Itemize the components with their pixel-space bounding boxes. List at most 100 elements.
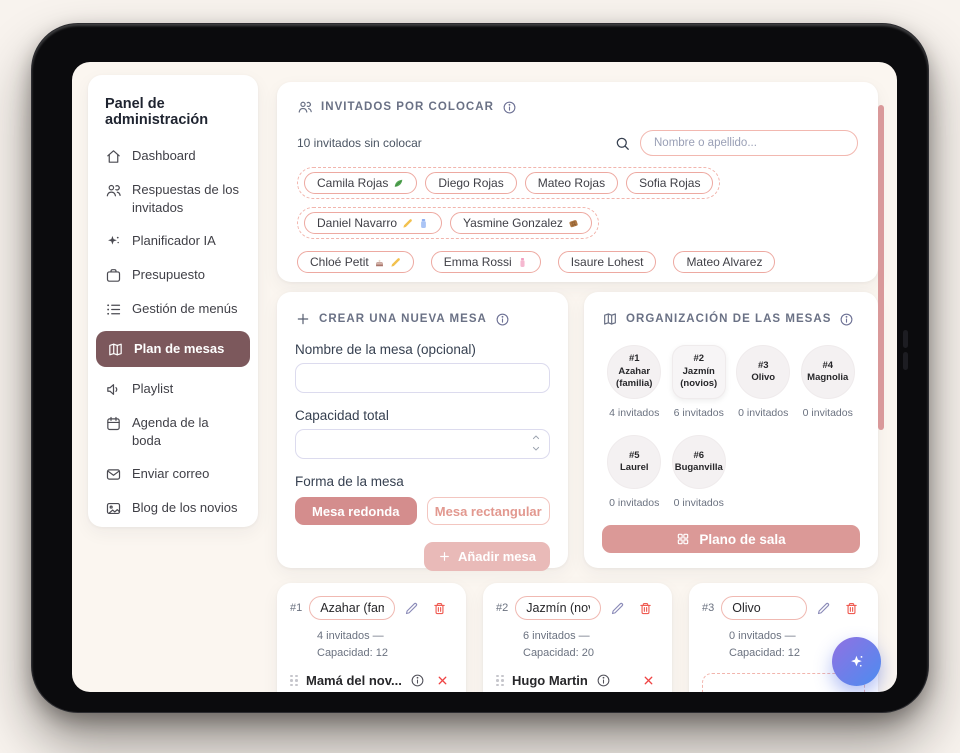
admin-panel-title: Panel de administración (105, 96, 241, 128)
sidebar-item-respuestas[interactable]: Respuestas de los invitados (105, 181, 241, 216)
sidebar-item-playlist[interactable]: Playlist (105, 380, 241, 398)
number-stepper[interactable] (531, 433, 541, 453)
table-name: Azahar (618, 366, 650, 378)
sidebar-item-label: Dashboard (132, 147, 196, 165)
guests-panel-header: INVITADOS POR COLOCAR (297, 99, 858, 115)
plus-icon (438, 550, 451, 563)
table-tile-2[interactable]: #2 Jazmín (novios) 6 invitados (667, 345, 732, 419)
guest-search-input[interactable] (640, 130, 858, 156)
capacity-input[interactable] (295, 429, 550, 459)
capacity-label: Capacidad total (295, 408, 550, 423)
table-name-label: Nombre de la mesa (opcional) (295, 342, 550, 357)
delete-table-button[interactable] (432, 601, 447, 616)
guest-chip-label: Sofia Rojas (639, 176, 700, 190)
trash-icon (432, 601, 447, 616)
floor-plan-button[interactable]: Plano de sala (602, 525, 860, 553)
guest-chip[interactable]: Mateo Rojas (525, 172, 618, 194)
sidebar-item-enviar-correo[interactable]: Enviar correo (105, 465, 241, 483)
guest-chip[interactable]: Diego Rojas (425, 172, 516, 194)
sidebar-item-label: Presupuesto (132, 266, 205, 284)
tablet-frame: Panel de administración Dashboard Respue… (32, 24, 928, 712)
guest-family-group: Camila Rojas Diego Rojas Mateo Rojas Sof… (297, 167, 720, 199)
table-number: #3 (758, 360, 769, 372)
rectangular-table-button[interactable]: Mesa rectangular (427, 497, 551, 525)
drag-handle-icon[interactable] (496, 675, 504, 687)
shape-label: Forma de la mesa (295, 474, 550, 489)
guest-chip[interactable]: Chloé Petit (297, 251, 414, 273)
info-icon[interactable] (596, 673, 611, 688)
edit-table-button[interactable] (610, 601, 625, 616)
table-tile-3[interactable]: #3 Olivo 0 invitados (731, 345, 796, 419)
pencil-icon (816, 601, 831, 616)
guests-to-place-panel: INVITADOS POR COLOCAR 10 invitados sin c… (277, 82, 878, 282)
pencil-emoji-icon (390, 257, 401, 268)
table-number: #5 (629, 450, 640, 462)
info-icon[interactable] (410, 673, 425, 688)
sidebar-item-blog[interactable]: Blog de los novios (105, 499, 241, 517)
round-table-button[interactable]: Mesa redonda (295, 497, 417, 525)
pencil-emoji-icon (402, 218, 413, 229)
drag-handle-icon[interactable] (290, 675, 298, 687)
seated-guest-row[interactable]: Hugo Martin (496, 673, 659, 688)
speaker-icon (105, 381, 122, 398)
remove-guest-icon[interactable] (436, 674, 449, 687)
delete-table-button[interactable] (844, 601, 859, 616)
remove-guest-icon[interactable] (642, 674, 655, 687)
info-icon[interactable] (495, 312, 510, 327)
edit-table-button[interactable] (816, 601, 831, 616)
ai-assistant-fab[interactable] (832, 637, 881, 686)
guest-chip[interactable]: Mateo Alvarez (673, 251, 775, 273)
table-number: #2 (693, 353, 704, 365)
info-icon[interactable] (839, 312, 854, 327)
table-guest-count: 0 invitados (609, 497, 659, 509)
table-tile-5[interactable]: #5 Laurel 0 invitados (602, 435, 667, 509)
image-icon (105, 500, 122, 517)
wallet-icon (105, 267, 122, 284)
table-number: #4 (822, 360, 833, 372)
grid-icon (676, 532, 690, 546)
guest-chip[interactable]: Camila Rojas (304, 172, 417, 194)
sidebar-item-presupuesto[interactable]: Presupuesto (105, 266, 241, 284)
seated-guest-row[interactable]: Mamá del nov... (290, 673, 453, 688)
bottle-pink-emoji-icon (517, 257, 528, 268)
table-tile-1[interactable]: #1 Azahar (familia) 4 invitados (602, 345, 667, 419)
delete-table-button[interactable] (638, 601, 653, 616)
table-number: #1 (629, 353, 640, 365)
sparkles-icon (846, 651, 868, 673)
table-name-input[interactable] (295, 363, 550, 393)
sidebar-item-dashboard[interactable]: Dashboard (105, 147, 241, 165)
scrollbar[interactable] (878, 105, 884, 430)
table-card-number: #1 (290, 602, 302, 614)
add-table-button[interactable]: Añadir mesa (424, 542, 550, 571)
table-name: Magnolia (807, 372, 848, 384)
organization-header: ORGANIZACIÓN DE LAS MESAS (602, 311, 860, 327)
guest-chip[interactable]: Sofia Rojas (626, 172, 713, 194)
table-tile-4[interactable]: #4 Magnolia 0 invitados (796, 345, 861, 419)
create-table-title: CREAR UNA NUEVA MESA (319, 313, 487, 325)
tables-organization-panel: ORGANIZACIÓN DE LAS MESAS #1 Azahar (fam… (584, 292, 878, 568)
edit-table-button[interactable] (404, 601, 419, 616)
info-icon[interactable] (502, 100, 517, 115)
guest-chip-label: Chloé Petit (310, 255, 369, 269)
table-guest-count: 4 invitados (609, 407, 659, 419)
sidebar-item-label: Blog de los novios (132, 499, 238, 517)
tablet-volume-button (903, 352, 908, 370)
guest-chip[interactable]: Emma Rossi (431, 251, 541, 273)
sidebar-item-gestion-menus[interactable]: Gestión de menús (105, 300, 241, 318)
guest-chip[interactable]: Isaure Lohest (558, 251, 657, 273)
guest-chip[interactable]: Yasmine Gonzalez (450, 212, 592, 234)
guest-single-chips-row: Chloé Petit Emma Rossi Isaure Lohest Mat… (297, 247, 775, 277)
guest-chip[interactable]: Daniel Navarro (304, 212, 442, 234)
table-tile-6[interactable]: #6 Buganvilla 0 invitados (667, 435, 732, 509)
table-guest-count: 0 invitados (674, 497, 724, 509)
table-card-name-input[interactable] (515, 596, 601, 620)
table-card-name-input[interactable] (309, 596, 395, 620)
sidebar-item-agenda[interactable]: Agenda de la boda (105, 414, 241, 449)
sidebar-item-label: Enviar correo (132, 465, 209, 483)
sidebar-item-plan-de-mesas[interactable]: Plan de mesas (96, 331, 250, 367)
plus-icon (295, 311, 311, 327)
table-card-name-input[interactable] (721, 596, 807, 620)
unplaced-guests-count: 10 invitados sin colocar (297, 136, 422, 150)
pencil-icon (610, 601, 625, 616)
sidebar-item-planificador-ia[interactable]: Planificador IA (105, 232, 241, 250)
